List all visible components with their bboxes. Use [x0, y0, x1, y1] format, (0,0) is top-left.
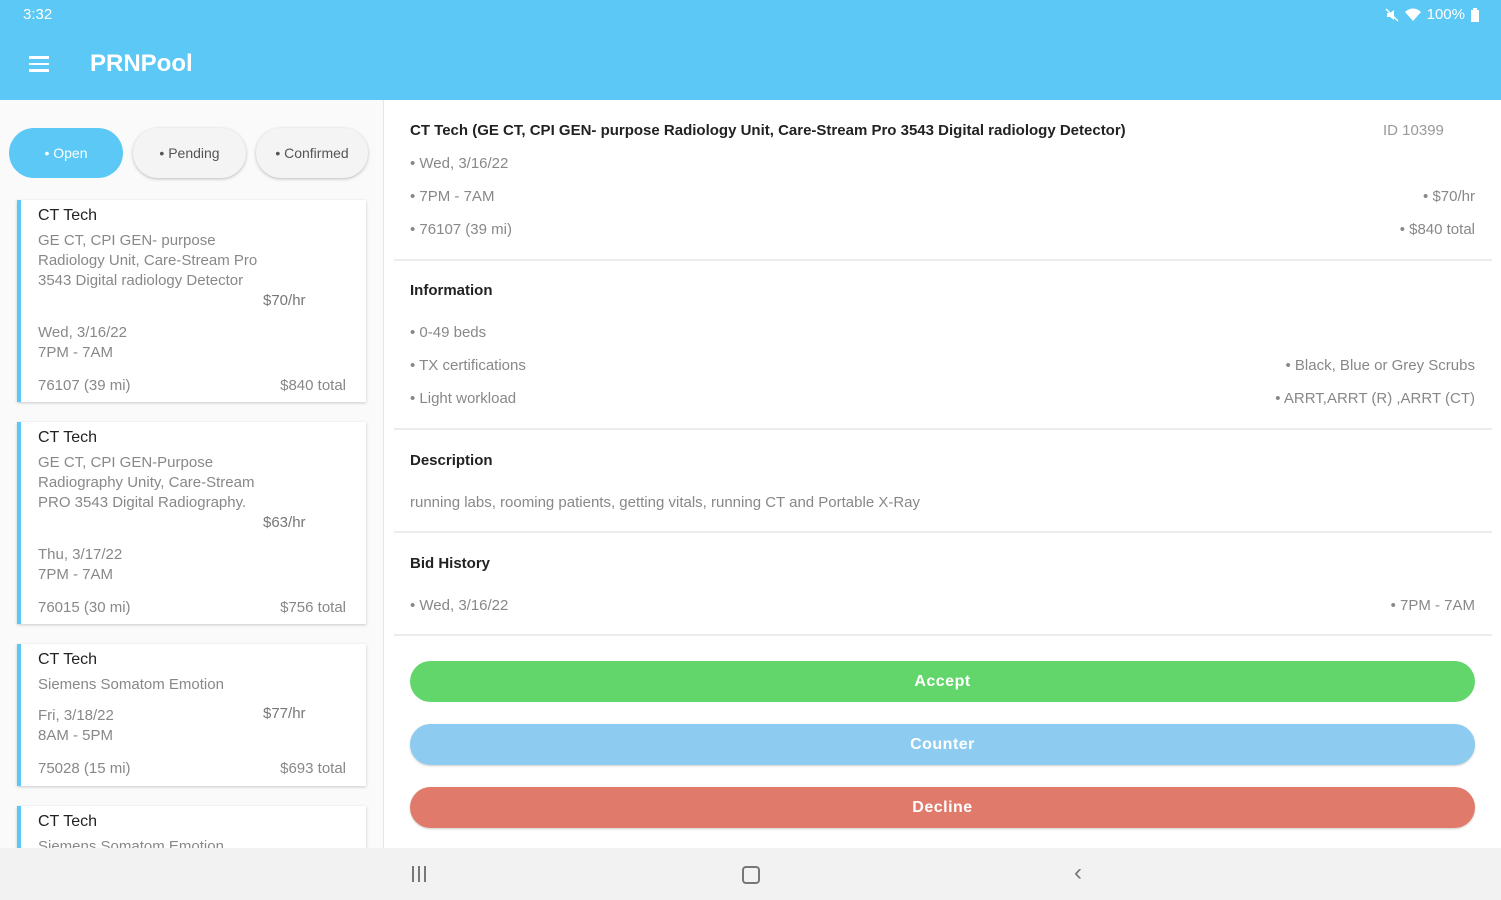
info-item: • ARRT,ARRT (R) ,ARRT (CT): [1275, 390, 1475, 407]
counter-button[interactable]: Counter: [410, 724, 1475, 765]
job-location: 76015 (30 mi): [38, 599, 131, 616]
job-card[interactable]: CT Tech Siemens Somatom Emotion: [17, 806, 366, 848]
divider: [394, 634, 1492, 636]
information-heading: Information: [410, 282, 493, 299]
status-bar: 3:32 100%: [0, 0, 1501, 30]
detail-time: • 7PM - 7AM: [410, 188, 495, 205]
status-tabs: • Open • Pending • Confirmed: [9, 128, 368, 178]
app-bar: PRNPool: [0, 30, 1501, 100]
info-item: • Black, Blue or Grey Scrubs: [1285, 357, 1476, 374]
divider: [394, 259, 1492, 261]
job-title: CT Tech: [38, 429, 97, 446]
divider: [394, 428, 1492, 430]
job-total: $756 total: [280, 599, 346, 616]
battery-level: 100%: [1426, 6, 1465, 23]
app-title: PRNPool: [90, 50, 193, 77]
battery-icon: [1471, 7, 1479, 22]
job-card[interactable]: CT Tech GE CT, CPI GEN-Purpose Radiograp…: [17, 422, 366, 624]
system-nav-bar: ‹: [0, 848, 1501, 900]
detail-location: • 76107 (39 mi): [410, 221, 512, 238]
info-item: • Light workload: [410, 390, 517, 407]
info-item: • 0-49 beds: [410, 324, 487, 341]
detail-total: • $840 total: [1399, 221, 1475, 238]
job-time: 8AM - 5PM: [38, 727, 114, 744]
job-description: GE CT, CPI GEN- purpose Radiology Unit, …: [38, 232, 258, 289]
job-description: Siemens Somatom Emotion: [38, 838, 224, 848]
job-rate: $63/hr: [263, 514, 306, 531]
job-date: Wed, 3/16/22: [38, 324, 127, 341]
job-detail-pane: CT Tech (GE CT, CPI GEN- purpose Radiolo…: [384, 100, 1501, 848]
detail-id: ID 10399: [1383, 122, 1444, 139]
tab-confirmed[interactable]: • Confirmed: [256, 128, 368, 178]
status-icons: 100%: [1385, 6, 1479, 23]
job-rate: $70/hr: [263, 292, 306, 309]
back-icon[interactable]: ‹: [1074, 861, 1082, 885]
status-time: 3:32: [23, 6, 53, 23]
decline-button[interactable]: Decline: [410, 787, 1475, 828]
job-location: 76107 (39 mi): [38, 377, 131, 394]
detail-rate: • $70/hr: [1423, 188, 1475, 205]
job-title: CT Tech: [38, 207, 97, 224]
job-date: Fri, 3/18/22: [38, 707, 114, 724]
job-location: 75028 (15 mi): [38, 760, 131, 777]
job-card[interactable]: CT Tech GE CT, CPI GEN- purpose Radiolog…: [17, 200, 366, 402]
job-date: Thu, 3/17/22: [38, 546, 123, 563]
tab-open[interactable]: • Open: [9, 128, 123, 178]
wifi-icon: [1404, 8, 1421, 21]
description-heading: Description: [410, 452, 493, 469]
job-rate: $77/hr: [263, 705, 306, 722]
job-total: $840 total: [280, 377, 346, 394]
description-text: running labs, rooming patients, getting …: [410, 494, 921, 511]
divider: [394, 531, 1492, 533]
mute-icon: [1385, 7, 1399, 22]
bid-history-date: • Wed, 3/16/22: [410, 597, 509, 614]
job-description: Siemens Somatom Emotion: [38, 676, 224, 693]
job-total: $693 total: [280, 760, 346, 777]
job-description: GE CT, CPI GEN-Purpose Radiography Unity…: [38, 454, 255, 511]
detail-date: • Wed, 3/16/22: [410, 155, 509, 172]
job-title: CT Tech: [38, 813, 97, 830]
job-title: CT Tech: [38, 651, 97, 668]
bid-history-time: • 7PM - 7AM: [1390, 597, 1475, 614]
tab-pending[interactable]: • Pending: [133, 128, 246, 178]
home-icon[interactable]: [742, 866, 760, 884]
job-list-pane: • Open • Pending • Confirmed CT Tech GE …: [0, 100, 383, 848]
detail-title: CT Tech (GE CT, CPI GEN- purpose Radiolo…: [410, 122, 1126, 139]
job-time: 7PM - 7AM: [38, 566, 114, 583]
job-card[interactable]: CT Tech Siemens Somatom Emotion $77/hr F…: [17, 644, 366, 786]
info-item: • TX certifications: [410, 357, 526, 374]
job-time: 7PM - 7AM: [38, 344, 114, 361]
bid-history-heading: Bid History: [410, 555, 491, 572]
hamburger-menu-icon[interactable]: [26, 52, 56, 78]
recents-icon[interactable]: [412, 866, 430, 882]
accept-button[interactable]: Accept: [410, 661, 1475, 702]
